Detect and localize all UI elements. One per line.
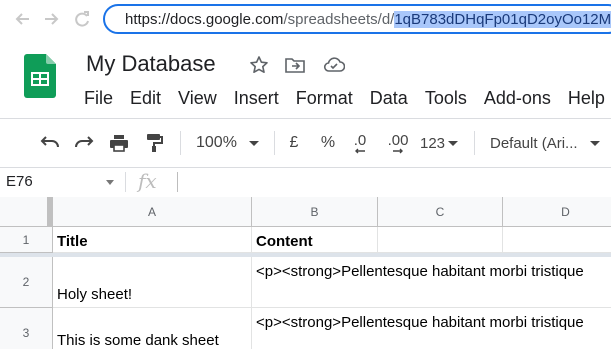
redo-icon[interactable] xyxy=(72,131,96,155)
toolbar: 100% £ % .0 .00 123 Default (Ari... xyxy=(0,119,611,167)
fx-icon: fx xyxy=(138,169,157,193)
column-header-d[interactable]: D xyxy=(503,197,611,227)
menu-data[interactable]: Data xyxy=(370,88,408,110)
menu-format[interactable]: Format xyxy=(296,88,353,110)
reload-icon[interactable] xyxy=(70,7,94,31)
menu-add-ons[interactable]: Add-ons xyxy=(484,88,551,110)
name-box[interactable]: E76 xyxy=(6,173,33,190)
menu-tools[interactable]: Tools xyxy=(425,88,467,110)
url-path: /spreadsheets/d/ xyxy=(283,10,395,28)
cell-a1[interactable]: Title xyxy=(53,227,252,253)
chevron-down-icon[interactable] xyxy=(106,180,114,185)
arrow-right-icon xyxy=(393,148,403,153)
divider xyxy=(125,172,126,192)
menu-file[interactable]: File xyxy=(84,88,113,110)
chevron-down-icon xyxy=(448,140,459,146)
address-bar[interactable]: https://docs.google.com/spreadsheets/d/1… xyxy=(103,4,611,34)
increase-decimal-label: .00 xyxy=(387,131,409,149)
column-header-a[interactable]: A xyxy=(53,197,252,227)
zoom-select[interactable]: 100% xyxy=(196,131,266,155)
menu-help[interactable]: Help xyxy=(568,88,605,110)
toolbar-separator xyxy=(474,131,475,155)
browser-bar: https://docs.google.com/spreadsheets/d/1… xyxy=(0,0,611,38)
url-host: https://docs.google.com xyxy=(125,10,284,28)
more-formats-button[interactable]: 123 xyxy=(420,131,462,155)
menu-bar: File Edit View Insert Format Data Tools … xyxy=(84,88,611,110)
column-header-b[interactable]: B xyxy=(252,197,378,227)
toolbar-separator xyxy=(180,131,181,155)
row-header-1[interactable]: 1 xyxy=(0,227,53,253)
zoom-value: 100% xyxy=(196,134,237,151)
move-to-folder-icon[interactable] xyxy=(284,54,306,76)
url-selected-text: 1qB783dDHqFp01qD2oyOo12Mgj6 xyxy=(394,10,611,28)
cell-a2[interactable]: Holy sheet! xyxy=(53,257,252,308)
row-header-3[interactable]: 3 xyxy=(0,308,53,349)
cell-c1[interactable] xyxy=(378,227,503,253)
toolbar-separator xyxy=(274,131,275,155)
back-icon[interactable] xyxy=(10,7,34,31)
cell-a3[interactable]: This is some dank sheet xyxy=(53,308,252,349)
document-title[interactable]: My Database xyxy=(86,51,216,77)
formula-input[interactable] xyxy=(177,172,178,192)
undo-icon[interactable] xyxy=(38,131,62,155)
row-header-2[interactable]: 2 xyxy=(0,257,53,308)
star-icon[interactable] xyxy=(248,54,270,76)
menu-insert[interactable]: Insert xyxy=(234,88,279,110)
paint-format-icon[interactable] xyxy=(143,131,167,155)
chevron-down-icon xyxy=(248,140,259,146)
decrease-decimal-button[interactable]: .0 xyxy=(348,131,372,155)
column-header-c[interactable]: C xyxy=(378,197,503,227)
print-icon[interactable] xyxy=(107,131,131,155)
formula-bar: E76 fx xyxy=(0,168,611,197)
menu-view[interactable]: View xyxy=(178,88,217,110)
more-formats-label: 123 xyxy=(420,134,446,152)
font-family-value: Default (Ari... xyxy=(490,134,578,152)
percent-format-button[interactable]: % xyxy=(318,131,338,155)
cloud-status-icon[interactable] xyxy=(323,54,345,76)
currency-format-button[interactable]: £ xyxy=(284,131,304,155)
cell-b3[interactable]: <p><strong>Pellentesque habitant morbi t… xyxy=(252,308,611,349)
forward-icon[interactable] xyxy=(40,7,64,31)
app-window: https://docs.google.com/spreadsheets/d/1… xyxy=(0,0,611,349)
cell-d1[interactable] xyxy=(503,227,611,253)
cell-b1[interactable]: Content xyxy=(252,227,378,253)
arrow-left-icon xyxy=(355,148,365,153)
menu-edit[interactable]: Edit xyxy=(130,88,161,110)
chevron-down-icon xyxy=(589,140,600,146)
increase-decimal-button[interactable]: .00 xyxy=(384,131,412,155)
font-family-select[interactable]: Default (Ari... xyxy=(490,131,610,155)
cell-b2[interactable]: <p><strong>Pellentesque habitant morbi t… xyxy=(252,257,611,308)
decrease-decimal-label: .0 xyxy=(353,131,367,149)
sheets-logo-icon[interactable] xyxy=(24,54,56,98)
spreadsheet-grid: A B C D 1 Title Content 2 Holy sheet! <p… xyxy=(0,197,611,349)
select-all-corner[interactable] xyxy=(0,197,48,227)
